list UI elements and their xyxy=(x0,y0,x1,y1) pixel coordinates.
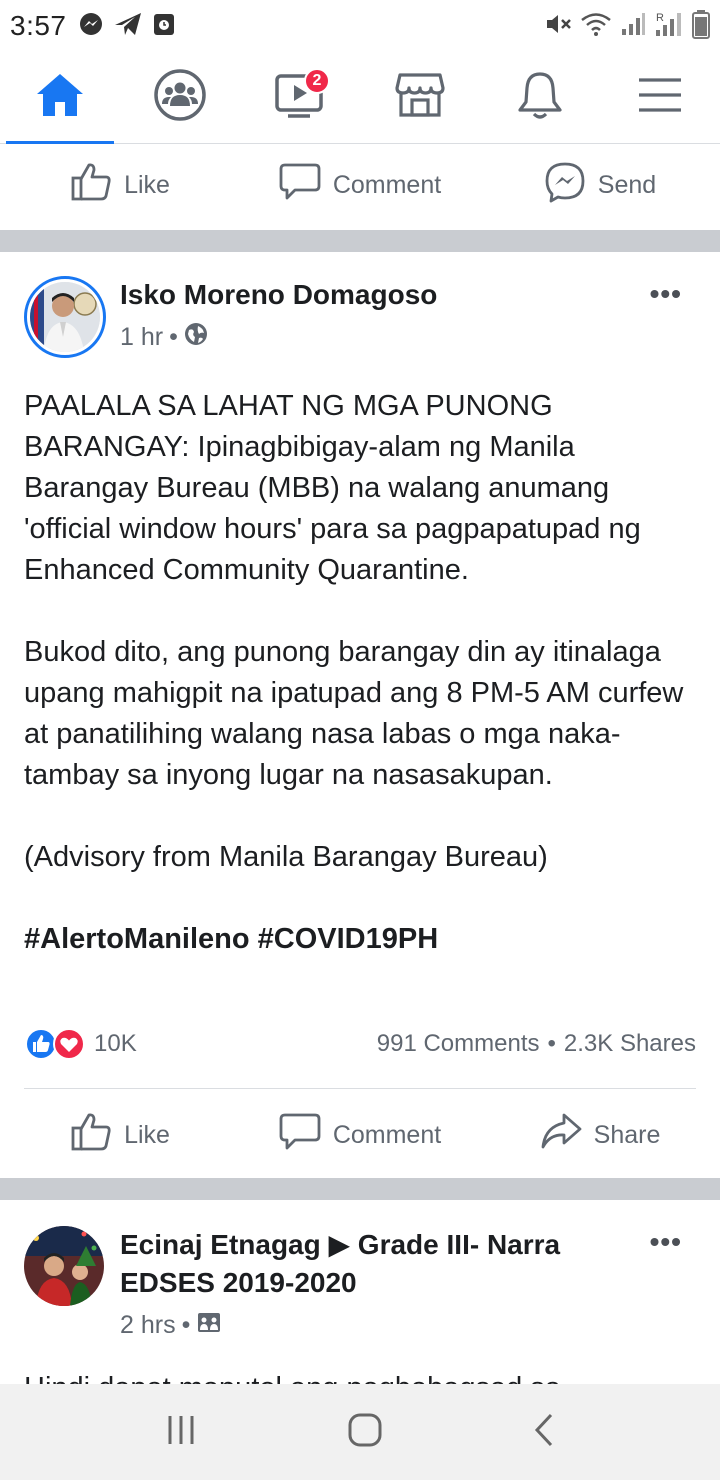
meta-dot: • xyxy=(169,323,178,351)
back-button[interactable] xyxy=(532,1412,556,1453)
counts-dot: • xyxy=(547,1030,556,1057)
wifi-icon xyxy=(580,11,612,42)
love-reaction-icon[interactable] xyxy=(52,1027,86,1061)
share-label: Share xyxy=(593,1120,661,1149)
nav-tab-marketplace[interactable] xyxy=(360,52,480,143)
calendar-notification-icon xyxy=(153,12,175,41)
send-label: Send xyxy=(597,170,657,199)
roaming-signal-icon: R xyxy=(654,10,684,43)
home-button[interactable] xyxy=(347,1412,383,1453)
comment-icon xyxy=(279,1112,321,1159)
nav-tab-menu[interactable] xyxy=(600,52,720,143)
share-icon xyxy=(540,1112,582,1159)
post-hashtags[interactable]: #AlertoManileno #COVID19PH xyxy=(24,919,696,960)
post-paragraph: Hindi dapat maputol ang pagbabagsad sa xyxy=(24,1368,696,1384)
post-author-name[interactable]: Isko Moreno Domagoso xyxy=(120,276,437,314)
groups-icon xyxy=(153,68,207,127)
meta-dot: • xyxy=(181,1311,191,1339)
like-button[interactable]: Like xyxy=(0,162,240,209)
globe-icon xyxy=(184,322,208,353)
like-icon xyxy=(70,162,112,209)
like-label: Like xyxy=(124,1120,170,1149)
post-actions-divider xyxy=(24,1088,696,1089)
menu-icon xyxy=(636,75,684,120)
post-card: Ecinaj Etnagag ▶ Grade III- Narra EDSES … xyxy=(0,1200,720,1384)
messenger-notification-icon xyxy=(79,12,103,41)
post-time[interactable]: 2 hrs xyxy=(120,1311,176,1340)
reaction-summary: 10K 991 Comments • 2.3K Shares xyxy=(24,1024,696,1064)
author-avatar[interactable] xyxy=(24,1226,104,1306)
marketplace-icon xyxy=(394,71,446,124)
nav-tab-home[interactable] xyxy=(0,52,120,144)
svg-text:R: R xyxy=(656,12,664,24)
top-nav-bar: 2 xyxy=(0,52,720,144)
group-audience-icon xyxy=(196,1310,222,1341)
recent-apps-button[interactable] xyxy=(164,1413,198,1452)
post-time[interactable]: 1 hr xyxy=(120,323,163,352)
post-author-name[interactable]: Ecinaj Etnagag ▶ Grade III- Narra EDSES … xyxy=(120,1226,640,1302)
bell-icon xyxy=(516,70,564,125)
system-navigation-bar xyxy=(0,1384,720,1480)
nav-tab-watch[interactable]: 2 xyxy=(240,52,360,143)
post-header: Isko Moreno Domagoso 1 hr • ••• xyxy=(0,252,720,362)
post-author-line: Ecinaj Etnagag ▶ Grade III- Narra xyxy=(120,1229,561,1260)
home-icon xyxy=(34,71,86,124)
post-meta: 1 hr • xyxy=(120,322,208,353)
post-card: Isko Moreno Domagoso 1 hr • ••• PAALALA … xyxy=(0,252,720,1178)
comment-label: Comment xyxy=(332,170,442,199)
post-options-button[interactable]: ••• xyxy=(650,278,682,310)
comment-label: Comment xyxy=(332,1120,442,1149)
post-paragraph: PAALALA SA LAHAT NG MGA PUNONG BARANGAY:… xyxy=(24,390,641,586)
status-time: 3:57 xyxy=(10,10,67,41)
share-button[interactable]: Share xyxy=(480,1112,720,1159)
post-paragraph: (Advisory from Manila Barangay Bureau) xyxy=(24,841,548,873)
post-meta: 2 hrs • xyxy=(120,1310,222,1341)
post-text: PAALALA SA LAHAT NG MGA PUNONG BARANGAY:… xyxy=(24,386,696,960)
nav-tab-groups[interactable] xyxy=(120,52,240,143)
post-options-button[interactable]: ••• xyxy=(650,1226,682,1258)
send-button[interactable]: Send xyxy=(480,161,720,210)
post-group-line[interactable]: EDSES 2019-2020 xyxy=(120,1264,640,1302)
reaction-count[interactable]: 10K xyxy=(94,1030,137,1058)
messenger-icon xyxy=(544,161,586,210)
feed-separator xyxy=(0,1178,720,1200)
mute-icon xyxy=(544,11,572,42)
post-actions: Like Comment Share xyxy=(0,1094,720,1176)
watch-badge: 2 xyxy=(304,68,330,94)
previous-post-actions: Like Comment Send xyxy=(0,144,720,226)
like-icon xyxy=(70,1112,112,1159)
comments-count[interactable]: 991 Comments xyxy=(377,1030,540,1058)
battery-icon xyxy=(692,9,710,44)
comment-button[interactable]: Comment xyxy=(240,1112,480,1159)
signal-icon xyxy=(620,11,646,42)
feed-separator xyxy=(0,230,720,252)
like-button[interactable]: Like xyxy=(0,1112,240,1159)
comment-icon xyxy=(279,162,321,209)
like-label: Like xyxy=(124,170,170,199)
post-text: Hindi dapat maputol ang pagbabagsad sa xyxy=(24,1368,696,1384)
shares-count[interactable]: 2.3K Shares xyxy=(564,1030,696,1058)
comment-button[interactable]: Comment xyxy=(240,162,480,209)
nav-tab-notifications[interactable] xyxy=(480,52,600,143)
status-bar: 3:57 R xyxy=(0,0,720,52)
airplane-notification-icon xyxy=(113,11,143,42)
post-paragraph: Bukod dito, ang punong barangay din ay i… xyxy=(24,636,684,791)
author-avatar[interactable] xyxy=(24,276,106,358)
